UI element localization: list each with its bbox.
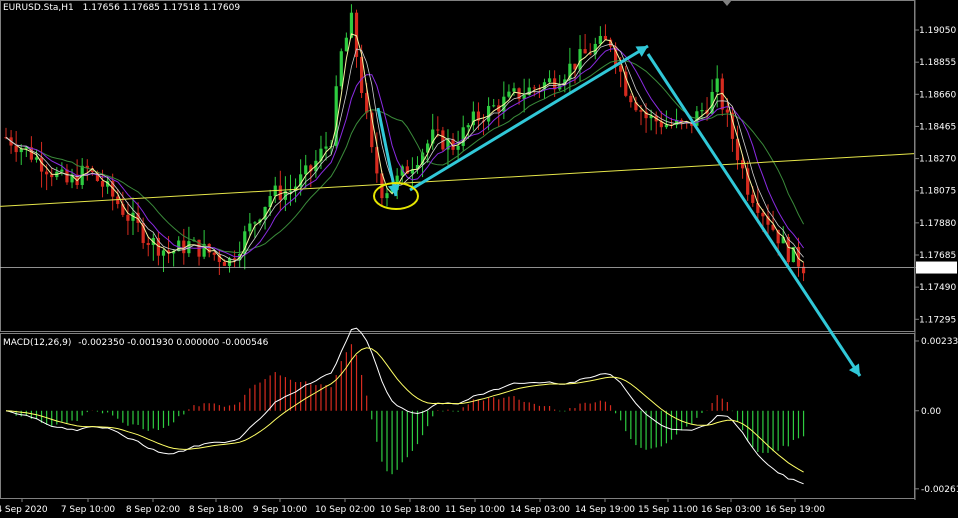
x-tick-label: 14 Sep 19:00 [575,505,635,515]
candle-body [116,196,120,205]
candle-body [212,252,216,255]
candle-body [288,190,293,192]
candle-body [126,214,130,221]
y-tick-label: 1.18075 [919,187,956,197]
y-tick-label: 1.17880 [919,219,956,229]
x-tick-label: 4 Sep 2020 [0,505,48,515]
candle-body [639,110,643,112]
arrow-down-long [646,53,862,377]
chart-window: EURUSD.Sta,H1 1.17656 1.17685 1.17518 1.… [0,0,958,518]
candle-body [344,37,348,52]
y-tick-label: 1.17685 [919,251,956,261]
candle-body [436,129,440,131]
arrow-up [409,44,649,192]
price-chart-svg[interactable]: 1.19050 1.18855 1.18660 1.18465 1.18270 1.180… [0,0,958,518]
candle-body [456,145,460,150]
candle-body [507,91,511,97]
y-tick-label: 1.18660 [919,90,956,100]
candle-body [492,105,496,107]
x-tick-label: 15 Sep 11:00 [638,505,698,515]
candle-body [751,194,755,203]
candle-body [253,222,257,224]
candle-body [461,127,465,146]
x-tick-label: 16 Sep 03:00 [701,505,761,515]
ma-yellow-line [5,33,804,263]
candle-body [761,212,765,217]
x-tick-label: 14 Sep 03:00 [510,505,570,515]
x-tick-label: 8 Sep 02:00 [126,505,181,515]
candle-body [746,168,750,195]
ma-purple-line [5,48,805,258]
x-tick-label: 16 Sep 19:00 [765,505,825,515]
x-tick-label: 8 Sep 18:00 [189,505,244,515]
candle-body [65,169,69,183]
candle-body [14,145,18,153]
y-tick-label: 1.19050 [919,26,956,36]
candle-body [619,65,623,72]
main-pane-frame [0,0,915,332]
candle-body [603,35,608,40]
annotations-group [0,44,915,377]
macd-line [5,327,804,485]
candle-body [700,110,704,112]
y-tick-label: 1.18270 [919,155,956,165]
x-tick-label: 11 Sep 10:00 [445,505,505,515]
x-tick-label: 10 Sep 02:00 [315,505,375,515]
candle-body [34,157,39,160]
candle-body [222,261,227,266]
candle-body [715,78,719,92]
candle-body [583,49,587,54]
candle-body [182,240,186,254]
candle-body [146,242,150,245]
candles-group [4,4,806,282]
macd-group [5,327,805,485]
macd-y-tick-label: -0.00261 [921,485,958,495]
candle-body [512,88,516,92]
x-tick-label: 9 Sep 10:00 [253,505,308,515]
ma-green-line [5,59,805,254]
candle-body [161,250,166,256]
candle-body [304,165,308,175]
candle-body [578,49,582,70]
candle-body [598,35,602,44]
candle-body [547,78,552,83]
candle-body [441,130,445,150]
candle-body [324,146,328,149]
ma-white-line [5,43,804,261]
macd-y-tick-label: 0.00 [921,407,941,417]
candle-body [100,180,105,187]
y-tick-label: 1.18465 [919,122,956,132]
candle-body [45,171,49,175]
x-tick-label: 7 Sep 10:00 [61,505,116,515]
current-price-label: 1.17609 [919,264,956,274]
candle-body [532,87,536,89]
candle-body [725,109,729,113]
candle-body [60,169,64,172]
y-tick-label: 1.18855 [919,58,956,68]
moving-averages-group [5,33,805,263]
candle-body [385,193,389,199]
candle-body [278,185,282,200]
candle-body [466,125,470,128]
candle-body [339,51,343,87]
y-tick-label: 1.17295 [919,315,956,325]
y-tick-label: 1.17490 [919,283,956,293]
candle-body [487,105,491,122]
x-tick-label: 10 Sep 18:00 [380,505,440,515]
axes-group: 1.19050 1.18855 1.18660 1.18465 1.18270 1.180… [0,26,958,515]
candle-body [248,223,252,232]
macd-y-tick-label: 0.002334 [921,337,958,347]
shift-marker-icon[interactable] [722,0,732,6]
arrow-down-short-head [387,184,400,196]
candle-body [629,95,633,103]
